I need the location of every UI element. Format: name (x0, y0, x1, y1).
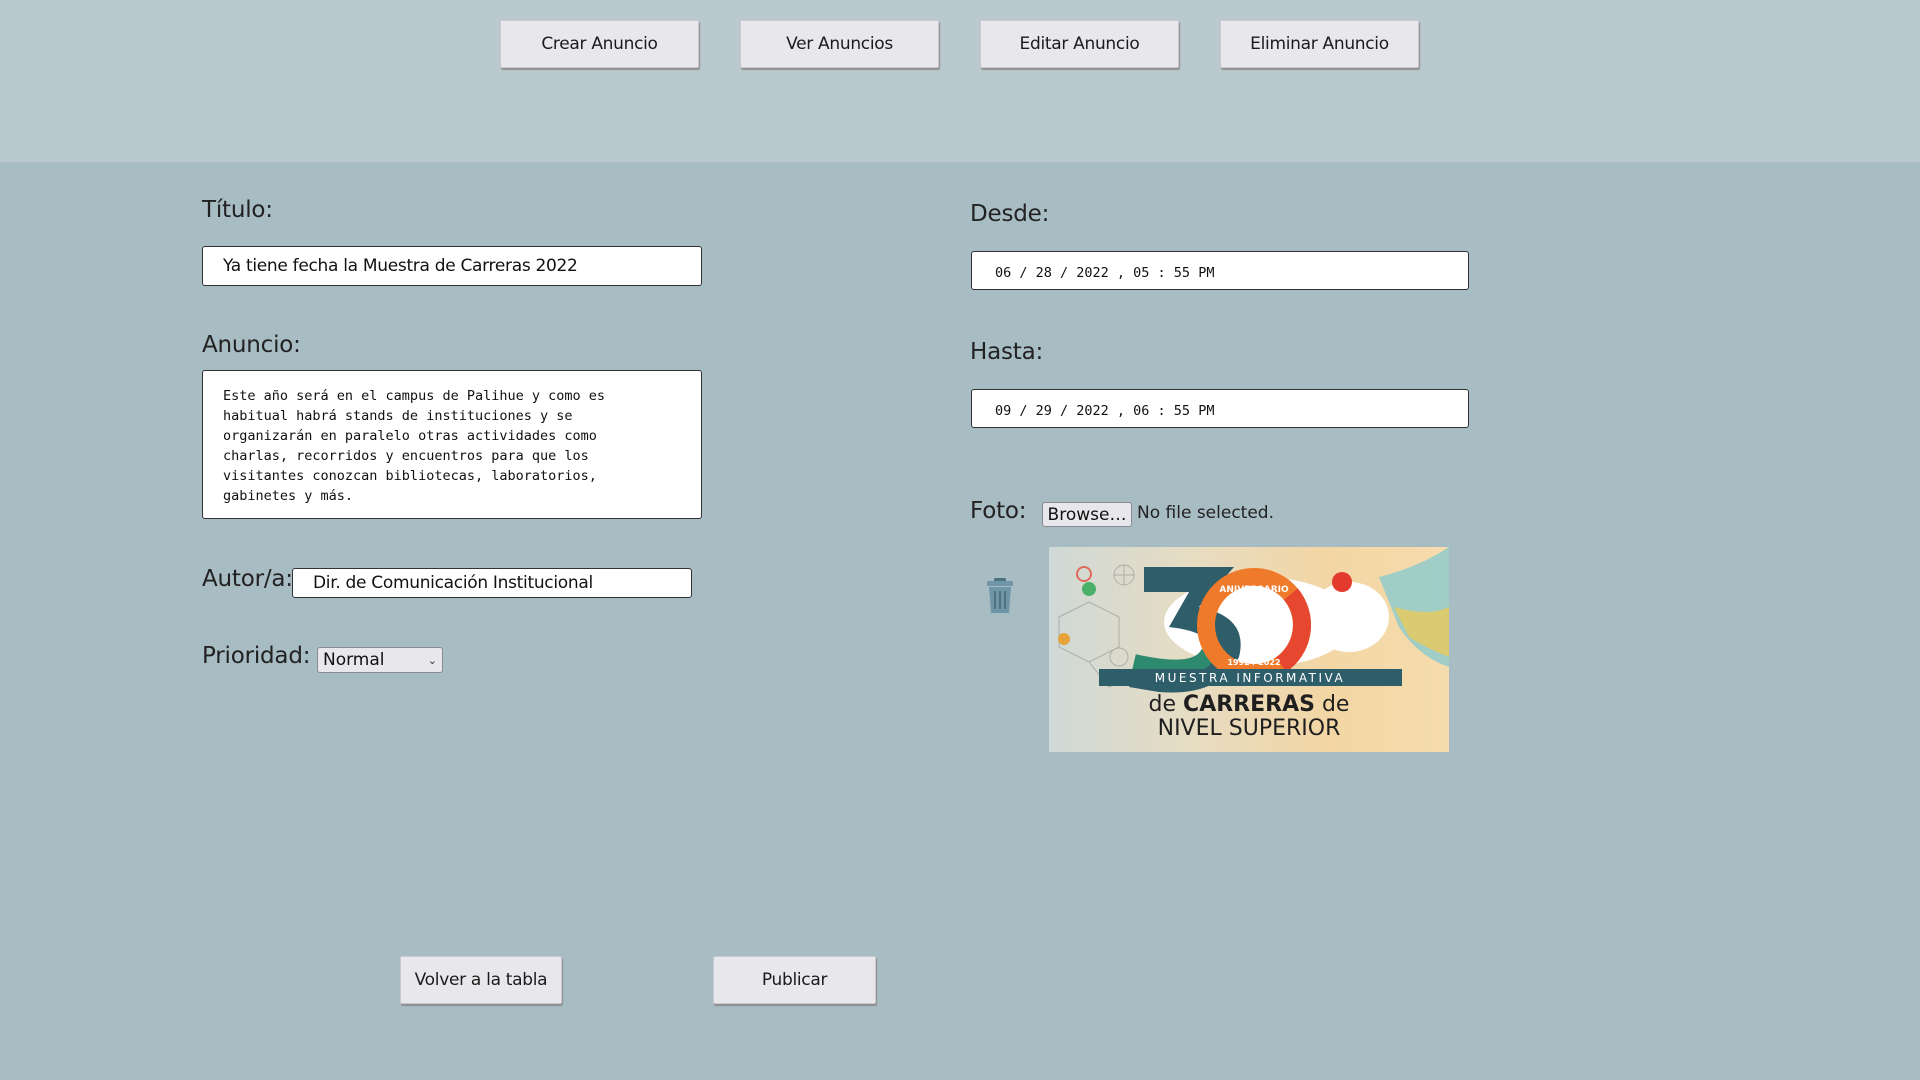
foto-label: Foto: (970, 498, 1027, 524)
titulo-label: Título: (202, 197, 273, 223)
photo-years-text: 1992 / 2022 (1227, 658, 1280, 667)
file-status-text: No file selected. (1137, 503, 1274, 523)
photo-line2: de CARRERAS de (1149, 692, 1350, 717)
trash-icon[interactable] (985, 578, 1015, 614)
ver-anuncios-button[interactable]: Ver Anuncios (740, 20, 939, 68)
titulo-input[interactable]: Ya tiene fecha la Muestra de Carreras 20… (202, 246, 702, 286)
hasta-label: Hasta: (970, 339, 1044, 365)
autor-input[interactable]: Dir. de Comunicación Institucional (292, 568, 692, 598)
volver-button[interactable]: Volver a la tabla (400, 956, 562, 1004)
hasta-datetime-input[interactable]: 09 / 29 / 2022 , 06 : 55 PM (971, 389, 1469, 428)
anuncio-label: Anuncio: (202, 332, 301, 358)
prioridad-selected-value: Normal (323, 650, 385, 670)
prioridad-label: Prioridad: (202, 643, 311, 669)
autor-label: Autor/a: (202, 566, 293, 592)
top-toolbar: Crear Anuncio Ver Anuncios Editar Anunci… (0, 0, 1920, 162)
anuncio-photo: ANIVERSARIO 1992 / 2022 MUESTRA INFORMAT… (1049, 547, 1449, 752)
desde-label: Desde: (970, 201, 1050, 227)
anuncio-textarea[interactable]: Este año será en el campus de Palihue y … (202, 370, 702, 519)
eliminar-anuncio-button[interactable]: Eliminar Anuncio (1220, 20, 1419, 68)
desde-datetime-input[interactable]: 06 / 28 / 2022 , 05 : 55 PM (971, 251, 1469, 290)
photo-ring-text: ANIVERSARIO (1219, 585, 1289, 595)
chevron-down-icon: ⌄ (427, 653, 437, 667)
prioridad-select[interactable]: Normal ⌄ (317, 647, 443, 673)
editar-anuncio-button[interactable]: Editar Anuncio (980, 20, 1179, 68)
photo-banner-text: MUESTRA INFORMATIVA (1155, 671, 1345, 685)
publicar-button[interactable]: Publicar (713, 956, 876, 1004)
browse-button[interactable]: Browse… (1042, 502, 1132, 527)
photo-line3: NIVEL SUPERIOR (1158, 716, 1341, 741)
crear-anuncio-button[interactable]: Crear Anuncio (500, 20, 699, 68)
